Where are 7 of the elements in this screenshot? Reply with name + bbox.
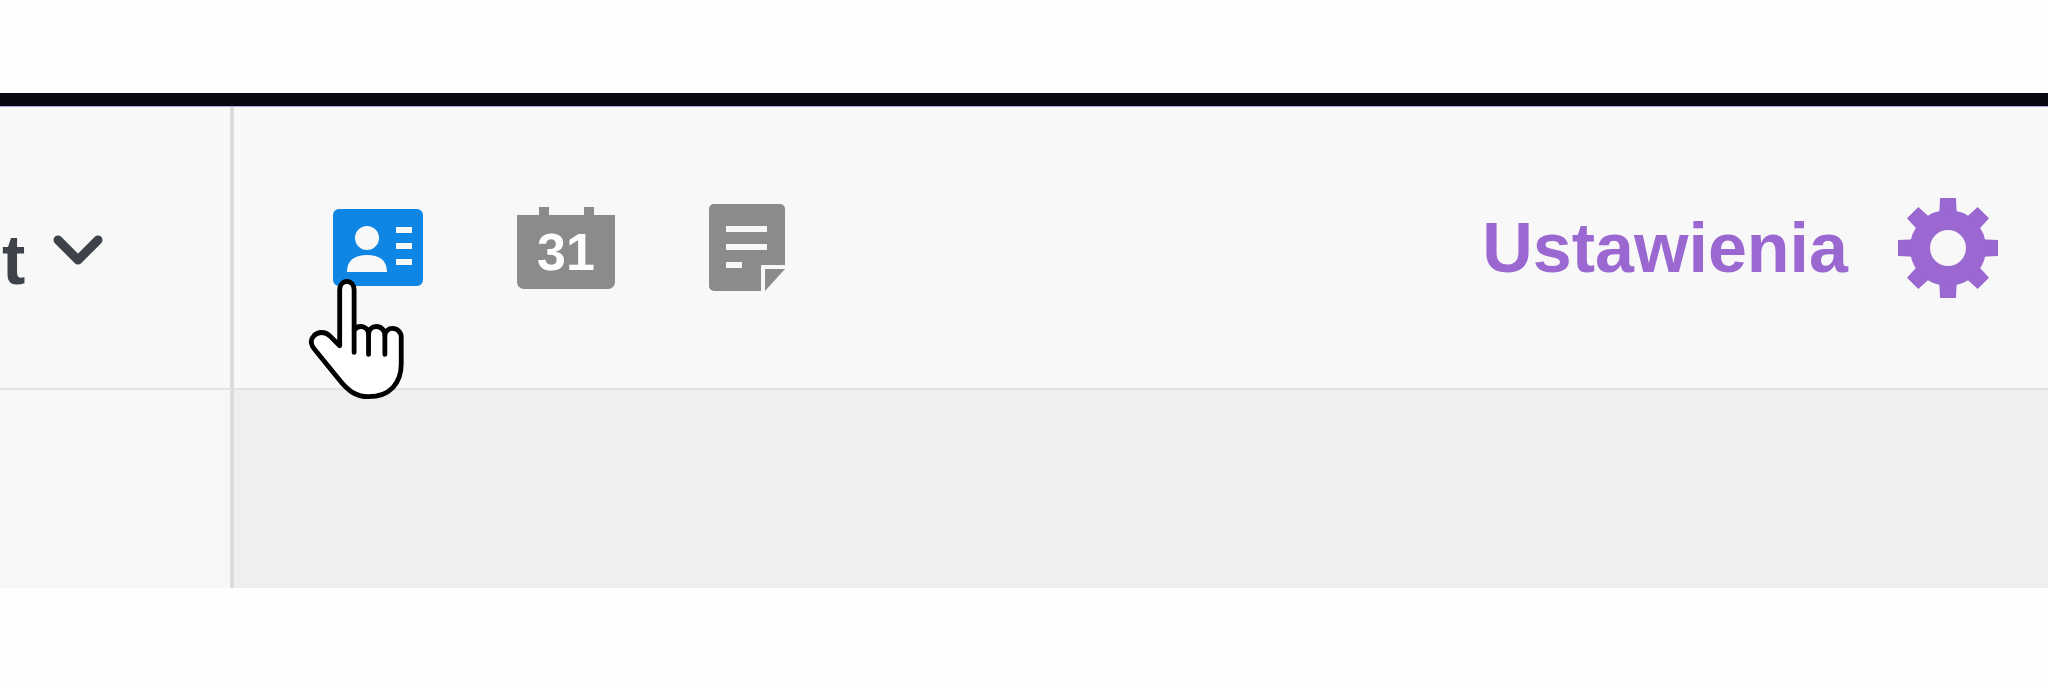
calendar-button[interactable]: 31 bbox=[517, 206, 615, 289]
dropdown-button[interactable]: t bbox=[0, 224, 104, 295]
chevron-down-icon bbox=[53, 234, 104, 265]
settings-button[interactable]: Ustawienia bbox=[1482, 197, 1998, 298]
contact-card-icon[interactable] bbox=[333, 209, 423, 286]
note-page-icon[interactable] bbox=[709, 204, 785, 291]
settings-icon bbox=[1898, 197, 1998, 298]
